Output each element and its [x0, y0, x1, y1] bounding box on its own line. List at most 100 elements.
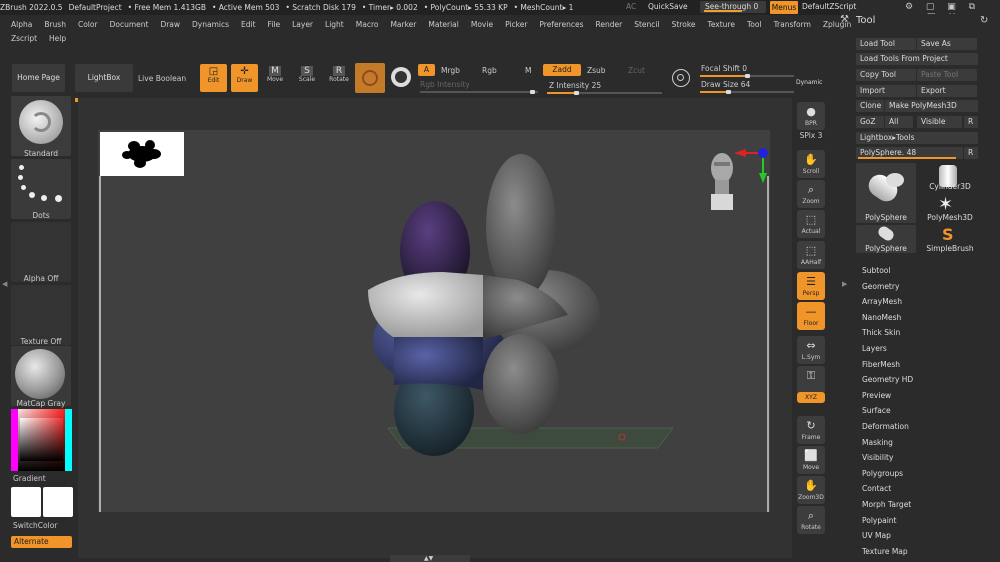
subpalette-deformation[interactable]: Deformation — [862, 422, 909, 431]
scroll-button[interactable]: ✋ Scroll — [797, 150, 825, 178]
z-intensity-slider[interactable] — [547, 91, 662, 95]
zcut-button[interactable]: Zcut — [628, 66, 645, 75]
save-as-button[interactable]: Save As — [917, 38, 977, 50]
actual-button[interactable]: ⬚ Actual — [797, 210, 825, 238]
load-tool-button[interactable]: Load Tool — [856, 38, 916, 50]
export-button[interactable]: Export — [917, 85, 977, 97]
menu-help[interactable]: Help — [49, 34, 66, 46]
make-polymesh-button[interactable]: Make PolyMesh3D — [885, 100, 978, 112]
bpr-button[interactable]: ● BPR — [797, 102, 825, 130]
default-zscript-button[interactable]: DefaultZScript — [802, 2, 856, 11]
subpalette-subtool[interactable]: Subtool — [862, 266, 890, 275]
focal-shift-knob[interactable] — [745, 74, 750, 78]
zadd-button[interactable]: Zadd — [543, 64, 581, 76]
rotate-view-button[interactable]: ⌕ Rotate — [797, 506, 825, 534]
menu-file[interactable]: File — [268, 20, 281, 29]
subpalette-thick-skin[interactable]: Thick Skin — [862, 328, 900, 337]
rotate-button[interactable]: R Rotate — [328, 66, 350, 83]
subpalette-visibility[interactable]: Visibility — [862, 453, 893, 462]
menu-preferences[interactable]: Preferences — [539, 20, 583, 29]
menu-picker[interactable]: Picker — [505, 20, 527, 29]
subpalette-contact[interactable]: Contact — [862, 484, 891, 493]
polysphere-r-button[interactable]: R — [964, 147, 978, 159]
main-color-swatch[interactable] — [11, 487, 41, 517]
move-button[interactable]: M Move — [264, 66, 286, 83]
lock-button[interactable]: ⚿ — [797, 366, 825, 394]
dynamic-button[interactable]: Dynamic — [796, 79, 822, 86]
menu-brush[interactable]: Brush — [44, 20, 66, 29]
menu-transform[interactable]: Transform — [774, 20, 811, 29]
secondary-color-swatch[interactable] — [43, 487, 73, 517]
copy-tool-button[interactable]: Copy Tool — [856, 69, 916, 81]
material-button[interactable] — [355, 63, 385, 93]
bottom-tray-handle[interactable]: ▲▼ — [390, 555, 470, 562]
menu-layer[interactable]: Layer — [292, 20, 313, 29]
menu-light[interactable]: Light — [325, 20, 344, 29]
lsym-button[interactable]: ⇔ L.Sym — [797, 336, 825, 364]
aahalf-button[interactable]: ⬚ AAHalf — [797, 241, 825, 269]
zsub-button[interactable]: Zsub — [587, 66, 606, 75]
texture-thumbnail[interactable] — [11, 285, 71, 345]
polysphere-slider[interactable]: PolySphere. 48 — [856, 147, 963, 159]
a-button[interactable]: A — [418, 64, 435, 76]
subpalette-layers[interactable]: Layers — [862, 344, 887, 353]
subpalette-geometry-hd[interactable]: Geometry HD — [862, 375, 913, 384]
visible-button[interactable]: Visible — [917, 116, 962, 128]
menu-movie[interactable]: Movie — [471, 20, 493, 29]
color-picker-square[interactable] — [11, 409, 72, 471]
left-tray-arrow-icon[interactable]: ◀ — [2, 280, 7, 288]
menu-stencil[interactable]: Stencil — [634, 20, 659, 29]
menu-render[interactable]: Render — [596, 20, 623, 29]
refresh-icon[interactable]: ↻ — [980, 15, 988, 26]
import-button[interactable]: Import — [856, 85, 916, 97]
see-through-slider[interactable]: See-through 0 — [700, 1, 766, 13]
move-view-button[interactable]: ⬜ Move — [797, 446, 825, 474]
brush-thumbnail[interactable] — [11, 96, 71, 156]
draw-size-knob[interactable] — [726, 90, 732, 94]
goz-button[interactable]: GoZ — [856, 116, 884, 128]
rgb-button[interactable]: Rgb — [482, 66, 497, 75]
alpha-thumbnail[interactable] — [11, 222, 71, 282]
menu-marker[interactable]: Marker — [390, 20, 416, 29]
menu-texture[interactable]: Texture — [708, 20, 735, 29]
load-tools-from-project-button[interactable]: Load Tools From Project — [856, 53, 978, 65]
subpalette-geometry[interactable]: Geometry — [862, 282, 899, 291]
edit-button[interactable]: ◲ Edit — [200, 64, 227, 92]
menu-macro[interactable]: Macro — [356, 20, 379, 29]
alternate-button[interactable]: Alternate — [11, 536, 72, 548]
menu-draw[interactable]: Draw — [160, 20, 180, 29]
draw-button[interactable]: ✛ Draw — [231, 64, 258, 92]
all-button[interactable]: All — [885, 116, 913, 128]
m-button[interactable]: M — [525, 66, 531, 75]
mrgb-button[interactable]: Mrgb — [441, 66, 460, 75]
live-boolean-button[interactable]: Live Boolean — [138, 74, 186, 83]
subpalette-morph-target[interactable]: Morph Target — [862, 500, 911, 509]
matcap-thumbnail[interactable] — [11, 346, 71, 406]
focal-shift-slider[interactable] — [700, 74, 794, 78]
stroke-thumbnail[interactable] — [11, 159, 71, 219]
lightbox-tools-button[interactable]: Lightbox▸Tools — [856, 132, 978, 144]
lightbox-button[interactable]: LightBox — [75, 64, 133, 92]
menu-dynamics[interactable]: Dynamics — [192, 20, 229, 29]
menu-edit[interactable]: Edit — [241, 20, 256, 29]
subpalette-uv-map[interactable]: UV Map — [862, 531, 891, 540]
subpalette-masking[interactable]: Masking — [862, 438, 893, 447]
xyz-button[interactable]: XYZ — [797, 392, 825, 403]
ac-button[interactable]: AC — [626, 2, 636, 11]
rgb-intensity-slider[interactable] — [420, 90, 538, 94]
persp-button[interactable]: ☰ Persp — [797, 272, 825, 300]
subpalette-texture-map[interactable]: Texture Map — [862, 547, 908, 556]
right-tray-arrow-icon[interactable]: ▶ — [842, 280, 847, 288]
menu-stroke[interactable]: Stroke — [672, 20, 696, 29]
subpalette-surface[interactable]: Surface — [862, 406, 891, 415]
document-viewport[interactable] — [98, 130, 770, 512]
zoom-button[interactable]: ⌕ Zoom — [797, 180, 825, 208]
home-page-button[interactable]: Home Page — [12, 64, 65, 92]
goz-r-button[interactable]: R — [964, 116, 978, 128]
frame-button[interactable]: ↻ Frame — [797, 416, 825, 444]
draw-size-slider[interactable] — [700, 90, 794, 94]
subpalette-polygroups[interactable]: Polygroups — [862, 469, 903, 478]
subpalette-preview[interactable]: Preview — [862, 391, 891, 400]
menu-tool[interactable]: Tool — [747, 20, 762, 29]
menu-document[interactable]: Document — [110, 20, 149, 29]
